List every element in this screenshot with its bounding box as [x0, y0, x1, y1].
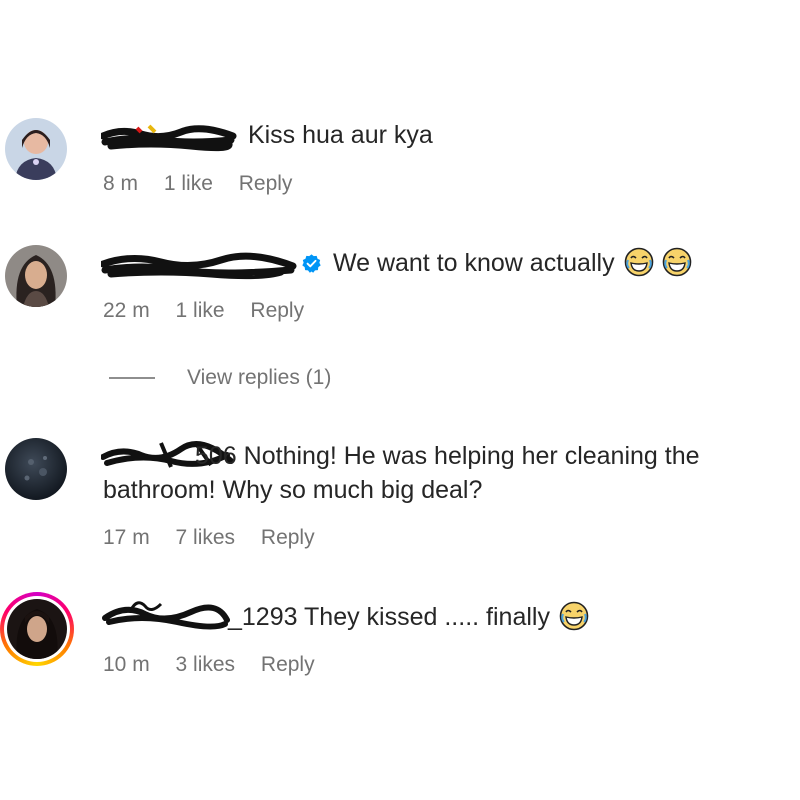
timestamp: 10 m	[103, 653, 150, 676]
avatar[interactable]	[5, 438, 67, 500]
reply-button[interactable]: Reply	[250, 299, 304, 322]
comments-list: dxxxxxlun Kiss hua aur kya 8 m 1 like Re…	[0, 0, 800, 800]
comment-body: sixxxxxxgl1506 506 Nothing! He was helpi…	[101, 439, 790, 507]
timestamp: 22 m	[103, 299, 150, 322]
comment-body: qxxxxxxxe_1293 _1293 They kissed ..... f…	[102, 600, 790, 634]
like-count[interactable]: 3 likes	[176, 653, 236, 676]
comment-meta: 22 m 1 like Reply	[103, 299, 324, 323]
username[interactable]: frxxxxxxlgarg	[103, 246, 297, 280]
username[interactable]: qxxxxxxxe_1293	[103, 600, 231, 634]
comment-meta: 8 m 1 like Reply	[103, 172, 312, 196]
comment-meta: 17 m 7 likes Reply	[103, 526, 335, 550]
timestamp: 8 m	[103, 172, 139, 195]
verified-badge-icon	[302, 254, 321, 273]
comment-text: They kissed ..... finally	[304, 603, 550, 631]
reply-button[interactable]: Reply	[261, 653, 315, 676]
like-count[interactable]: 1 like	[176, 299, 225, 322]
like-count[interactable]: 7 likes	[176, 526, 236, 549]
comment-text: We want to know actually	[332, 249, 615, 277]
avatar	[7, 599, 67, 659]
avatar-story-ring[interactable]	[0, 592, 74, 666]
timestamp: 17 m	[103, 526, 150, 549]
reply-button[interactable]: Reply	[239, 172, 293, 195]
comment-body: frxxxxxxlgarg We want to know actually	[101, 246, 790, 280]
reply-button[interactable]: Reply	[261, 526, 315, 549]
username[interactable]: dxxxxxlun	[103, 118, 235, 152]
comment-meta: 10 m 3 likes Reply	[103, 653, 335, 677]
comment-body: dxxxxxlun Kiss hua aur kya	[101, 118, 790, 152]
username-visible-suffix: 506	[195, 442, 237, 470]
laughing-emoji-icon	[559, 601, 589, 631]
avatar-ring-gap	[4, 596, 70, 662]
avatar[interactable]	[5, 245, 67, 307]
comment-text: Kiss hua aur kya	[247, 121, 433, 149]
view-replies-label: View replies (1)	[187, 366, 332, 389]
view-replies-divider	[109, 377, 155, 379]
view-replies-button[interactable]: View replies (1)	[109, 366, 331, 390]
laughing-emoji-icon	[624, 247, 653, 277]
username-visible-suffix: _1293	[228, 603, 298, 631]
avatar[interactable]	[5, 118, 67, 180]
laughing-emoji-icon	[663, 247, 692, 277]
like-count[interactable]: 1 like	[164, 172, 213, 195]
